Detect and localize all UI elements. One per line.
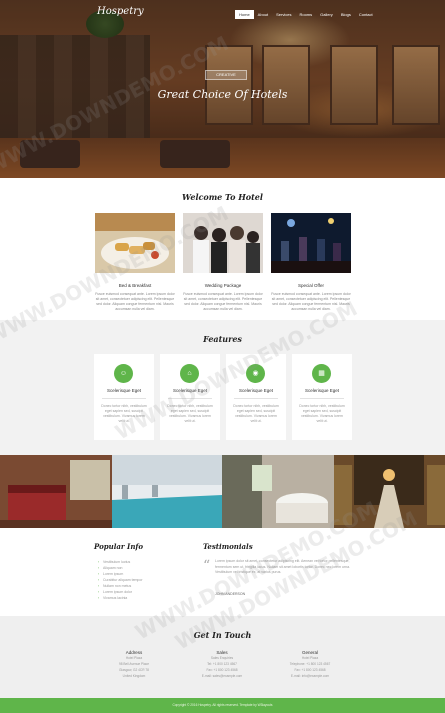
contact-email-link[interactable]: E-mail: sales@example.com <box>182 674 262 679</box>
contact-line: Fax: +1 800 123 4568 <box>206 668 238 672</box>
nav-services[interactable]: Services <box>272 10 295 19</box>
card-text: Fusce euismod consequat ante. Lorem ipsu… <box>95 292 175 311</box>
feature-text: Donec tortor nibh, vestibulum eget sapie… <box>101 404 147 423</box>
wedding-image[interactable] <box>183 213 263 273</box>
column-heading: Address <box>125 650 143 655</box>
welcome-card: Wedding Package Fusce euismod consequat … <box>183 213 263 312</box>
photo-gallery <box>0 455 445 528</box>
feature-name: Scelerisque Eget <box>304 388 340 393</box>
welcome-card: Bed & Breakfast Fusce euismod consequat … <box>95 213 175 312</box>
contact-column-sales: Sales Sales Enquiries Tel: +1 800 123 45… <box>182 650 262 679</box>
nav-gallery[interactable]: Gallery <box>316 10 337 19</box>
feature-text: Donec tortor nibh, vestibulum eget sapie… <box>167 404 213 423</box>
testimonial-author: JOHN ANDERSON <box>215 592 246 596</box>
camera-icon: ◉ <box>246 364 265 383</box>
grid-icon: ▦ <box>312 364 331 383</box>
feature-card: ◉ Scelerisque Eget Donec tortor nibh, ve… <box>226 354 286 440</box>
user-icon: ☺ <box>114 364 133 383</box>
welcome-section: Welcome To Hotel Bed & Breakfast Fusce e… <box>0 178 445 320</box>
welcome-title: Welcome To Hotel <box>182 192 263 202</box>
nav-home[interactable]: Home <box>235 10 254 19</box>
contact-line: Tel: +1 800 123 4567 <box>207 662 237 666</box>
column-heading: General <box>301 650 318 655</box>
column-heading: Sales <box>216 650 228 655</box>
main-nav: Home About Services Rooms Gallery Blogs … <box>235 10 377 19</box>
features-section: Features ☺ Scelerisque Eget Donec tortor… <box>0 320 445 455</box>
feature-card: ▦ Scelerisque Eget Donec tortor nibh, ve… <box>292 354 352 440</box>
welcome-card: Special Offer Fusce euismod consequat an… <box>271 213 351 312</box>
card-text: Fusce euismod consequat ante. Lorem ipsu… <box>183 292 263 311</box>
feature-card: ⌂ Scelerisque Eget Donec tortor nibh, ve… <box>160 354 220 440</box>
breakfast-image[interactable] <box>95 213 175 273</box>
contact-line: 98 Bell Avenue Place <box>118 662 150 666</box>
gallery-pool-image[interactable] <box>112 455 222 528</box>
contact-column-general: General Hotel Plaza Telephone: +1 800 12… <box>270 650 350 679</box>
testimonial-text: Lorem ipsum dolor sit amet, consectetur … <box>215 559 350 574</box>
contact-section: Get In Touch Address Hotel Plaza 98 Bell… <box>0 616 445 698</box>
nav-contact[interactable]: Contact <box>355 10 377 19</box>
site-logo[interactable]: Hospetry <box>97 6 144 17</box>
gallery-lobby-image[interactable] <box>334 455 445 528</box>
features-title: Features <box>203 334 242 344</box>
quote-icon: “ <box>203 558 211 574</box>
gallery-bathroom-image[interactable] <box>222 455 334 528</box>
contact-line: United Kingdom <box>122 674 146 678</box>
list-item[interactable]: Vivamus lacinia <box>98 595 143 601</box>
feature-name: Scelerisque Eget <box>238 388 274 393</box>
feature-text: Donec tortor nibh, vestibulum eget sapie… <box>299 404 345 423</box>
card-text: Fusce euismod consequat ante. Lorem ipsu… <box>271 292 351 311</box>
contact-line: Hotel Plaza <box>301 656 319 660</box>
special-offer-image[interactable] <box>271 213 351 273</box>
info-section: Popular Info Vestibulum luctus Aliquam n… <box>0 528 445 616</box>
nav-rooms[interactable]: Rooms <box>295 10 316 19</box>
nav-about[interactable]: About <box>254 10 272 19</box>
contact-email-link[interactable]: E-mail: info@example.com <box>270 674 350 679</box>
footer-copyright: Copyright © 2016 Hospetry. All rights re… <box>0 698 445 713</box>
contact-title: Get In Touch <box>193 630 252 640</box>
feature-text: Donec tortor nibh, vestibulum eget sapie… <box>233 404 279 423</box>
hero-banner: Hospetry Home About Services Rooms Galle… <box>0 0 445 178</box>
testimonials-title: Testimonials <box>203 542 253 551</box>
feature-name: Scelerisque Eget <box>106 388 142 393</box>
popular-info-title: Popular Info <box>94 542 144 551</box>
contact-line: Glasgow, G2 4CR 78 <box>119 668 149 672</box>
feature-card: ☺ Scelerisque Eget Donec tortor nibh, ve… <box>94 354 154 440</box>
popular-info-list: Vestibulum luctus Aliquam non Lorem ipsu… <box>98 559 143 601</box>
contact-line: Hotel Plaza <box>125 656 143 660</box>
contact-line: Fax: +1 800 123 4568 <box>294 668 326 672</box>
card-caption: Bed & Breakfast <box>118 283 152 288</box>
card-caption: Wedding Package <box>204 283 242 288</box>
feature-name: Scelerisque Eget <box>172 388 208 393</box>
hero-title: Great Choice Of Hotels <box>157 88 288 101</box>
card-caption: Special Offer <box>298 283 324 288</box>
contact-line: Sales Enquiries <box>210 656 234 660</box>
contact-line: Telephone: +1 800 123 4567 <box>289 662 331 666</box>
contact-column-address: Address Hotel Plaza 98 Bell Avenue Place… <box>94 650 174 679</box>
gallery-bedroom-image[interactable] <box>0 455 112 528</box>
nav-blogs[interactable]: Blogs <box>337 10 355 19</box>
hero-badge: CREATIVE <box>205 70 247 80</box>
home-icon: ⌂ <box>180 364 199 383</box>
